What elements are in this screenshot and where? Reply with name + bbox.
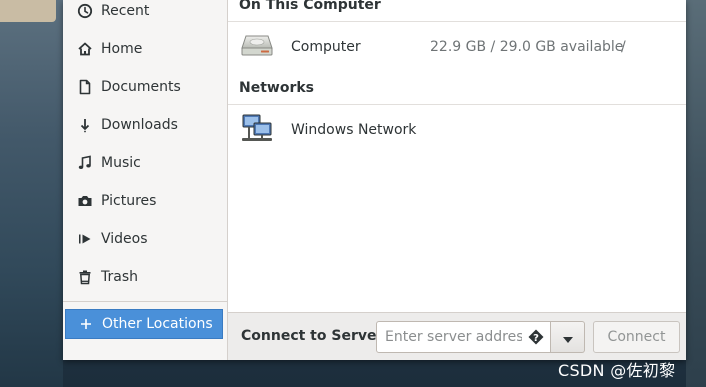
- watermark: CSDN @佐初黎: [558, 361, 676, 380]
- server-address-input[interactable]: [376, 321, 551, 353]
- section-divider: [228, 21, 686, 22]
- network-computers-icon: [240, 113, 274, 147]
- home-icon: [77, 41, 93, 57]
- desktop-background-right: [686, 0, 706, 387]
- hard-drive-icon: [240, 32, 274, 62]
- clock-icon: [77, 3, 93, 19]
- sidebar-item-music[interactable]: Music: [63, 146, 227, 180]
- plus-icon: [78, 316, 94, 332]
- sidebar-item-trash[interactable]: Trash: [63, 260, 227, 294]
- connect-button[interactable]: Connect: [593, 321, 680, 353]
- sidebar-item-pictures[interactable]: Pictures: [63, 184, 227, 218]
- sidebar-item-home[interactable]: Home: [63, 32, 227, 66]
- download-arrow-icon: [77, 117, 93, 133]
- document-icon: [77, 79, 93, 95]
- chevron-down-icon: [562, 328, 573, 347]
- location-name: Computer: [291, 39, 361, 55]
- sidebar-item-label: Recent: [101, 3, 150, 19]
- sidebar-item-label: Downloads: [101, 117, 178, 133]
- sidebar-item-downloads[interactable]: Downloads: [63, 108, 227, 142]
- sidebar-item-label: Documents: [101, 79, 181, 95]
- help-icon[interactable]: ?: [528, 329, 544, 345]
- server-history-dropdown-button[interactable]: [551, 321, 585, 353]
- section-heading-on-this-computer: On This Computer: [239, 0, 381, 13]
- sidebar-item-label: Trash: [101, 269, 138, 285]
- desktop-background-left: [0, 0, 63, 387]
- location-name: Windows Network: [291, 122, 417, 138]
- locations-list: On This Computer Computer 22.9 GB / 29.0…: [228, 0, 686, 360]
- sidebar-item-label: Home: [101, 41, 143, 57]
- camera-icon: [77, 193, 93, 209]
- connect-to-server-bar: Connect to Server ? Connect: [228, 312, 686, 360]
- location-path: /: [621, 39, 626, 55]
- sidebar-item-label: Pictures: [101, 193, 157, 209]
- location-size: 22.9 GB / 29.0 GB available: [430, 39, 624, 55]
- video-icon: [77, 231, 93, 247]
- sidebar-item-label: Other Locations: [102, 316, 213, 332]
- sidebar-divider: [63, 301, 227, 302]
- sidebar-item-label: Music: [101, 155, 141, 171]
- desktop-panel-edge: [0, 0, 56, 22]
- sidebar-item-documents[interactable]: Documents: [63, 70, 227, 104]
- section-heading-networks: Networks: [239, 80, 315, 96]
- svg-text:?: ?: [533, 333, 539, 344]
- section-divider: [228, 104, 686, 105]
- location-row-computer[interactable]: Computer 22.9 GB / 29.0 GB available /: [228, 27, 686, 67]
- music-note-icon: [77, 155, 93, 171]
- location-row-windows-network[interactable]: Windows Network: [228, 110, 686, 150]
- sidebar-item-label: Videos: [101, 231, 148, 247]
- sidebar: Recent Home Documents Downloads Music Pi…: [63, 0, 228, 360]
- connect-to-server-label: Connect to Server: [241, 328, 384, 344]
- sidebar-item-videos[interactable]: Videos: [63, 222, 227, 256]
- trash-icon: [77, 269, 93, 285]
- file-manager-window: Recent Home Documents Downloads Music Pi…: [63, 0, 686, 360]
- sidebar-item-other-locations[interactable]: Other Locations: [65, 309, 223, 339]
- sidebar-item-recent[interactable]: Recent: [63, 0, 227, 28]
